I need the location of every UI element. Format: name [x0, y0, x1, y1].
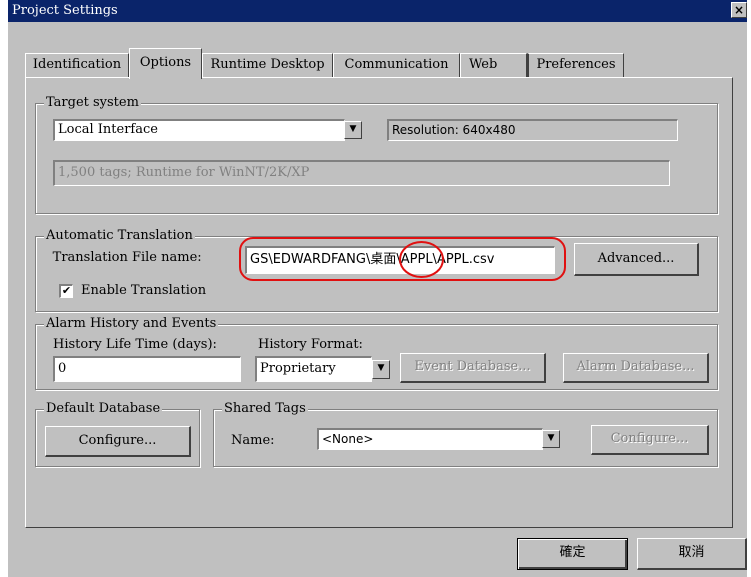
- tab-runtime-desktop[interactable]: Runtime Desktop: [202, 53, 333, 77]
- tab-communication[interactable]: Communication: [333, 53, 460, 77]
- close-button[interactable]: ×: [731, 2, 747, 18]
- ok-button[interactable]: 確定: [517, 538, 628, 570]
- enable-translation-checkbox[interactable]: ✔: [59, 284, 73, 298]
- chevron-down-icon: ▼: [349, 124, 357, 134]
- chevron-down-icon: ▼: [547, 433, 555, 443]
- window-title: Project Settings: [12, 3, 118, 18]
- default-database-legend: Default Database: [44, 401, 163, 416]
- history-life-input[interactable]: 0: [53, 356, 241, 382]
- tab-options[interactable]: Options: [129, 48, 202, 79]
- shared-tags-name-select[interactable]: <None>: [317, 428, 543, 450]
- title-bar[interactable]: Project Settings ×: [8, 0, 747, 22]
- event-database-button[interactable]: Event Database...: [400, 353, 546, 383]
- history-life-label: History Life Time (days):: [53, 337, 217, 352]
- enable-translation-label[interactable]: Enable Translation: [81, 283, 206, 298]
- tab-web[interactable]: Web: [460, 53, 527, 77]
- shared-tags-name-label: Name:: [231, 433, 275, 448]
- alarm-history-legend: Alarm History and Events: [44, 316, 219, 331]
- target-system-legend: Target system: [44, 95, 141, 110]
- shared-tags-configure-button[interactable]: Configure...: [591, 425, 709, 455]
- translation-file-label-text: Translation File name:: [52, 250, 202, 265]
- tab-preferences[interactable]: Preferences: [527, 53, 624, 77]
- alarm-database-button[interactable]: Alarm Database...: [563, 353, 709, 383]
- highlight-circle: [399, 241, 444, 278]
- shared-tags-dropdown-button[interactable]: ▼: [542, 430, 560, 448]
- history-format-label: History Format:: [258, 337, 363, 352]
- project-settings-dialog: Project Settings × Identification Option…: [8, 0, 747, 577]
- resolution-display: Resolution: 640x480: [387, 119, 678, 141]
- advanced-button[interactable]: Advanced...: [574, 243, 699, 276]
- shared-tags-legend: Shared Tags: [222, 401, 308, 416]
- history-format-dropdown-button[interactable]: ▼: [372, 360, 390, 379]
- translation-file-label: TTranslation File name:: [52, 250, 202, 265]
- target-system-info: 1,500 tags; Runtime for WinNT/2K/XP: [53, 160, 670, 186]
- cancel-button[interactable]: 取消: [637, 538, 747, 570]
- target-system-dropdown-button[interactable]: ▼: [344, 121, 362, 139]
- history-format-select[interactable]: Proprietary: [255, 356, 372, 382]
- tab-identification[interactable]: Identification: [25, 53, 129, 77]
- chevron-down-icon: ▼: [377, 363, 385, 373]
- target-system-select[interactable]: Local Interface: [53, 119, 345, 141]
- automatic-translation-legend: Automatic Translation: [44, 228, 195, 243]
- default-database-configure-button[interactable]: Configure...: [45, 426, 191, 457]
